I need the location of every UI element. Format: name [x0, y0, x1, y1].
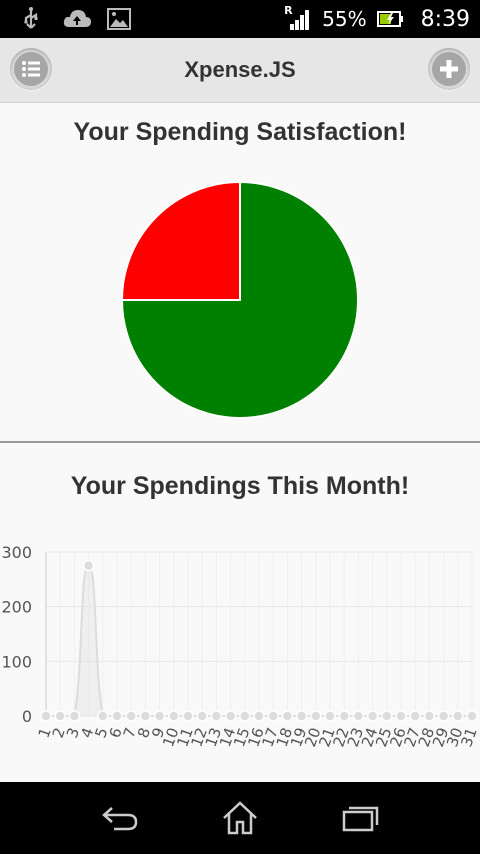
signal-icon: R	[284, 4, 312, 32]
data-point-day-18[interactable]	[281, 710, 294, 722]
data-point-day-29[interactable]	[437, 710, 450, 722]
recent-apps-button[interactable]	[336, 796, 384, 840]
data-point-day-19[interactable]	[295, 710, 308, 722]
section-divider	[0, 441, 480, 443]
data-point-day-20[interactable]	[310, 710, 322, 722]
data-point-day-3[interactable]	[68, 710, 81, 722]
home-icon	[223, 801, 257, 835]
pie-slice-1	[120, 180, 241, 301]
data-point-day-9[interactable]	[153, 710, 166, 722]
add-icon	[440, 60, 458, 78]
data-point-day-4[interactable]	[82, 559, 95, 572]
app-title: Xpense.JS	[184, 57, 296, 82]
data-point-day-24[interactable]	[366, 710, 379, 722]
data-point-day-28[interactable]	[423, 710, 436, 722]
data-point-day-22[interactable]	[338, 710, 350, 722]
data-point-day-27[interactable]	[409, 710, 421, 722]
add-expense-button[interactable]	[428, 48, 470, 90]
y-tick-label: 300	[1, 543, 32, 562]
satisfaction-pie-chart	[120, 180, 359, 419]
clock: 8:39	[420, 6, 470, 32]
battery-percent: 55%	[322, 7, 367, 31]
data-point-day-26[interactable]	[395, 710, 407, 722]
menu-button[interactable]	[10, 48, 52, 90]
back-button[interactable]	[96, 796, 144, 840]
data-point-day-12[interactable]	[196, 710, 208, 722]
y-tick-label: 200	[1, 598, 32, 617]
data-point-day-16[interactable]	[253, 710, 265, 722]
data-point-day-21[interactable]	[324, 710, 336, 722]
data-point-day-5[interactable]	[97, 710, 109, 722]
recent-apps-icon	[342, 806, 379, 832]
system-nav-bar	[0, 782, 480, 854]
home-button[interactable]	[216, 796, 264, 840]
data-point-day-17[interactable]	[267, 710, 279, 722]
data-point-day-25[interactable]	[381, 710, 393, 722]
y-tick-label: 100	[1, 652, 32, 671]
spendings-title: Your Spendings This Month!	[70, 472, 410, 500]
app-header: Xpense.JS	[0, 38, 480, 103]
data-point-day-2[interactable]	[54, 710, 66, 722]
satisfaction-title: Your Spending Satisfaction!	[73, 118, 407, 146]
data-point-day-11[interactable]	[182, 710, 194, 722]
data-point-day-15[interactable]	[239, 710, 251, 722]
list-icon	[22, 61, 40, 77]
data-point-day-8[interactable]	[139, 710, 152, 722]
battery-icon	[376, 6, 405, 32]
data-point-day-7[interactable]	[125, 710, 137, 722]
data-point-day-31[interactable]	[466, 710, 478, 722]
usb-icon	[18, 6, 44, 32]
data-point-day-23[interactable]	[352, 710, 365, 722]
status-bar: R 55% 8:39	[0, 0, 480, 38]
data-point-day-13[interactable]	[210, 710, 223, 722]
y-tick-label: 0	[22, 707, 32, 726]
data-point-day-10[interactable]	[168, 710, 180, 722]
data-point-day-1[interactable]	[40, 710, 52, 722]
cloud-upload-icon	[62, 6, 91, 32]
data-point-day-6[interactable]	[111, 710, 123, 722]
data-point-day-30[interactable]	[452, 710, 464, 722]
image-icon	[106, 6, 132, 32]
data-point-day-14[interactable]	[224, 710, 237, 722]
back-icon	[102, 807, 138, 831]
spendings-line-chart: 0100200300123456789101112131415161718192…	[1, 543, 480, 749]
